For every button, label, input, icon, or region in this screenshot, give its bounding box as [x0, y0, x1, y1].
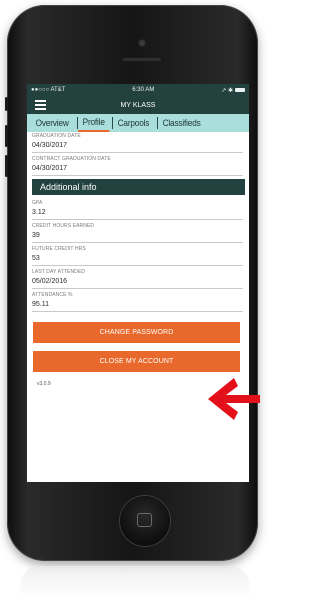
field-value: 3.12 [32, 209, 46, 216]
front-camera [139, 40, 145, 46]
field-label: ATTENDANCE % [32, 292, 73, 298]
status-right-text: ↗ ✱ [221, 87, 233, 94]
tab-profile[interactable]: Profile [77, 114, 110, 132]
field-label: CREDIT HOURS EARNED [32, 223, 95, 229]
close-account-button[interactable]: CLOSE MY ACCOUNT [33, 351, 240, 372]
field-contract-graduation-date: CONTRACT GRADUATION DATE 04/30/2017 [32, 153, 243, 176]
field-graduation-date: GRADUATION DATE 04/30/2017 [32, 132, 243, 153]
tab-carpools[interactable]: Carpools [113, 114, 154, 132]
field-last-day-attended: LAST DAY ATTENDED 05/02/2016 [32, 266, 243, 289]
app-title: MY KLASS [120, 101, 156, 109]
field-label: CONTRACT GRADUATION DATE [32, 156, 111, 162]
field-label: GRADUATION DATE [32, 133, 81, 139]
profile-content: GRADUATION DATE 04/30/2017 CONTRACT GRAD… [27, 132, 249, 387]
carrier-label: ●●○○○ AT&T [31, 87, 66, 93]
red-arrow-icon [208, 378, 260, 420]
tab-bar: Overview Profile Carpools Classifieds [27, 114, 249, 132]
home-button[interactable] [120, 496, 170, 546]
field-value: 05/02/2016 [32, 278, 68, 285]
field-value: 39 [32, 232, 40, 239]
menu-icon[interactable] [35, 100, 46, 110]
field-value: 04/30/2017 [32, 142, 68, 149]
volume-up-button [5, 125, 8, 147]
field-attendance: ATTENDANCE % 95.11 [32, 289, 243, 312]
tab-classifieds[interactable]: Classifieds [158, 114, 205, 132]
earpiece-speaker [122, 57, 162, 62]
section-header-additional-info: Additional info [32, 179, 245, 195]
field-credit-hours-earned: CREDIT HOURS EARNED 39 [32, 220, 243, 243]
field-value: 53 [32, 255, 40, 262]
field-value: 95.11 [32, 301, 49, 308]
field-gpa: GPA 3.12 [32, 197, 243, 220]
field-value: 04/30/2017 [32, 165, 68, 172]
volume-down-button [5, 155, 8, 177]
status-icons: ↗ ✱ [221, 87, 245, 94]
mute-switch [5, 97, 8, 111]
field-future-credit-hrs: FUTURE CREDIT HRS 53 [32, 243, 243, 266]
home-square-icon [137, 513, 152, 527]
field-label: GPA [32, 200, 43, 206]
field-label: FUTURE CREDIT HRS [32, 246, 86, 252]
change-password-button[interactable]: CHANGE PASSWORD [33, 322, 240, 343]
app-screen: ●●○○○ AT&T 6:30 AM ↗ ✱ MY KLASS Overview… [27, 84, 249, 482]
battery-icon [234, 87, 245, 92]
app-header: MY KLASS [27, 96, 249, 114]
phone-reflection [20, 566, 250, 598]
tab-overview[interactable]: Overview [31, 114, 73, 132]
clock: 6:30 AM [132, 87, 155, 93]
button-gap [32, 343, 245, 351]
field-label: LAST DAY ATTENDED [32, 269, 86, 275]
status-bar: ●●○○○ AT&T 6:30 AM ↗ ✱ [27, 84, 249, 96]
